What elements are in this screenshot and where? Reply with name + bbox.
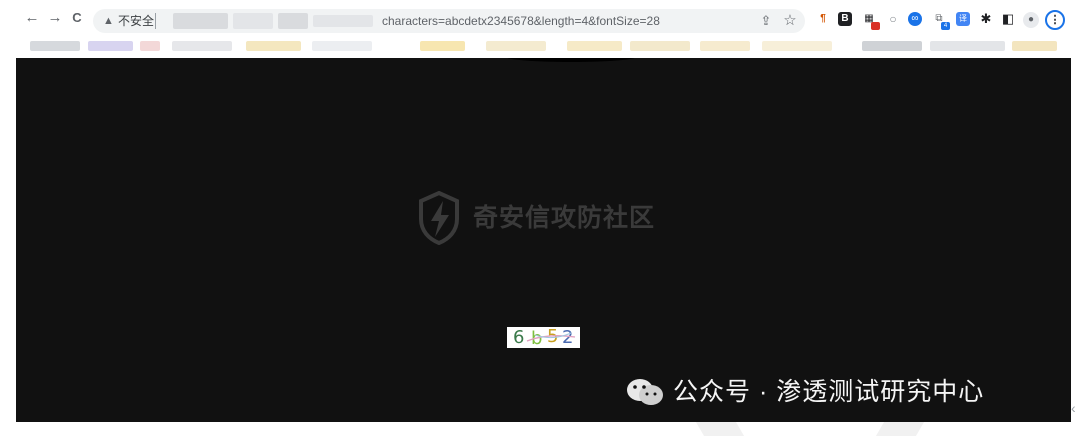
footer-watermark: 公众号 · 渗透测试研究中心 bbox=[625, 374, 984, 410]
url-redacted-block bbox=[233, 13, 273, 29]
forward-button[interactable]: → bbox=[45, 8, 65, 28]
bookmark-item[interactable] bbox=[246, 41, 301, 51]
extension-b-icon[interactable]: B bbox=[838, 12, 852, 26]
url-redacted-block bbox=[278, 13, 308, 29]
bookmark-item[interactable] bbox=[1012, 41, 1057, 51]
extension-count-badge: 4 bbox=[941, 22, 950, 30]
reload-icon: C bbox=[72, 10, 82, 25]
bookmark-item[interactable] bbox=[567, 41, 622, 51]
page-viewport: 奇安信攻防社区 6 b 5 2 公众号 · 渗透测试研究中心 bbox=[16, 58, 1071, 422]
url-redacted-block bbox=[173, 13, 228, 29]
footer-watermark-text: 公众号 · 渗透测试研究中心 bbox=[673, 378, 985, 406]
bookmark-item[interactable] bbox=[486, 41, 546, 51]
arrow-right-icon: → bbox=[47, 9, 63, 26]
side-panel-icon[interactable]: ◧ bbox=[1001, 12, 1015, 26]
url-text[interactable]: characters=abcdetx2345678&length=4&fontS… bbox=[382, 13, 660, 29]
extension-circle-icon[interactable]: ○ bbox=[886, 12, 900, 26]
address-bar[interactable]: ▲ 不安全 characters=abcdetx2345678&length=4… bbox=[93, 9, 805, 33]
top-shadow-decoration bbox=[506, 58, 636, 62]
bookmark-item[interactable] bbox=[172, 41, 232, 51]
bookmark-item[interactable] bbox=[140, 41, 160, 51]
watermark-text: 奇安信攻防社区 bbox=[473, 204, 656, 232]
warning-triangle-icon: ▲ bbox=[103, 15, 114, 27]
extension-grid-icon[interactable]: ▦ bbox=[862, 12, 880, 30]
wechat-icon bbox=[627, 379, 663, 405]
shield-lightning-icon bbox=[419, 191, 459, 245]
extension-translate-icon[interactable]: 译 bbox=[956, 12, 970, 26]
background-stroke bbox=[695, 422, 745, 436]
browser-toolbar: ← → C ▲ 不安全 characters=abcdetx2345678&le… bbox=[0, 0, 1080, 36]
bookmark-item[interactable] bbox=[762, 41, 832, 51]
bookmark-item[interactable] bbox=[312, 41, 372, 51]
bookmark-item[interactable] bbox=[88, 41, 133, 51]
bookmark-item[interactable] bbox=[630, 41, 690, 51]
captcha-image[interactable]: 6 b 5 2 bbox=[507, 327, 580, 348]
reload-button[interactable]: C bbox=[67, 8, 87, 28]
url-divider bbox=[155, 13, 156, 29]
arrow-left-icon: ← bbox=[24, 9, 40, 26]
bookmark-item[interactable] bbox=[862, 41, 922, 51]
back-button[interactable]: ← bbox=[22, 8, 42, 28]
bookmarks-bar bbox=[0, 36, 1080, 58]
extension-paragraph-icon[interactable]: ¶ bbox=[816, 12, 830, 26]
extension-infinity-icon[interactable]: ∞ bbox=[908, 12, 922, 26]
bookmark-item[interactable] bbox=[420, 41, 465, 51]
share-icon[interactable]: ⇪ bbox=[757, 12, 775, 30]
background-stroke bbox=[875, 422, 925, 436]
url-redacted-block bbox=[313, 15, 373, 27]
browser-menu-button[interactable]: ⋮ bbox=[1045, 10, 1065, 30]
profile-avatar-icon[interactable]: ● bbox=[1023, 12, 1039, 28]
extension-badge bbox=[871, 22, 880, 30]
extensions-puzzle-icon[interactable]: ✱ bbox=[979, 12, 993, 26]
scroll-left-icon[interactable]: ‹ bbox=[1071, 400, 1080, 416]
bookmark-item[interactable] bbox=[30, 41, 80, 51]
extension-window-icon[interactable]: ⧉ 4 bbox=[932, 12, 950, 30]
bookmark-star-icon[interactable]: ☆ bbox=[781, 12, 799, 30]
captcha-noise-lines bbox=[526, 332, 576, 342]
bookmark-item[interactable] bbox=[700, 41, 750, 51]
security-status-label[interactable]: 不安全 bbox=[118, 13, 154, 29]
bookmark-item[interactable] bbox=[930, 41, 1005, 51]
